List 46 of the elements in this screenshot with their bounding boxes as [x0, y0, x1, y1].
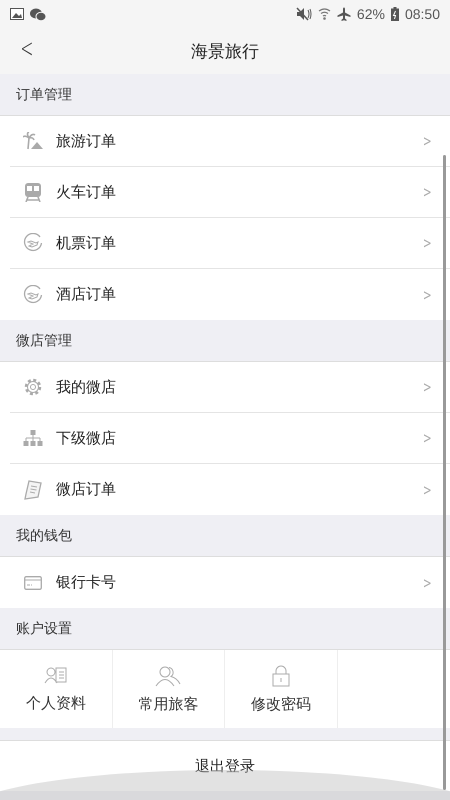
mute-icon	[296, 7, 312, 21]
item-label: 银行卡号	[56, 573, 117, 592]
logout-button[interactable]: 退出登录	[0, 741, 450, 791]
section-title: 我的钱包	[16, 526, 72, 544]
palm-tree-icon	[23, 132, 43, 150]
chevron: >	[423, 183, 432, 201]
menu-item[interactable]: 旅游订单 >	[10, 116, 450, 167]
chevron: >	[423, 480, 432, 498]
section-title: 微店管理	[16, 332, 72, 350]
chevron: >	[423, 378, 432, 396]
chevron: >	[423, 132, 432, 150]
chevron: >	[423, 286, 432, 304]
chat-icon	[30, 8, 46, 20]
lock-icon	[272, 664, 290, 686]
chevron: >	[423, 574, 432, 592]
item-label: 我的微店	[56, 378, 117, 396]
hierarchy-icon	[23, 430, 43, 446]
plane-circle-icon	[23, 284, 43, 304]
plane-circle-icon	[23, 233, 43, 253]
card-icon	[24, 576, 42, 590]
item-label: 旅游订单	[56, 132, 117, 150]
gear-icon	[23, 377, 43, 397]
profile-card-icon	[44, 666, 68, 686]
train-icon	[24, 182, 42, 202]
receipt-icon	[23, 480, 43, 500]
back-button[interactable]: <	[18, 34, 36, 64]
clock: 08:50	[404, 6, 440, 22]
battery-icon	[390, 7, 399, 21]
item-label: 酒店订单	[56, 285, 117, 304]
wifi-icon	[318, 7, 331, 21]
chevron: >	[423, 234, 432, 252]
page-title: 海景旅行	[191, 40, 259, 62]
item-label: 火车订单	[56, 182, 117, 202]
image-icon	[10, 8, 24, 20]
menu-item[interactable]: 酒店订单 >	[10, 269, 450, 320]
item-label: 机票订单	[56, 234, 117, 252]
item-label: 微店订单	[56, 480, 117, 499]
section-title: 订单管理	[16, 86, 72, 104]
airplane-icon	[336, 7, 351, 21]
people-icon	[155, 664, 182, 686]
menu-item[interactable]: 微店订单 >	[10, 464, 450, 515]
battery-percent: 62%	[356, 6, 385, 22]
chevron: >	[423, 429, 432, 447]
item-label: 下级微店	[56, 428, 117, 448]
section-title: 账户设置	[16, 620, 72, 638]
menu-item[interactable]: 银行卡号 >	[10, 557, 450, 608]
